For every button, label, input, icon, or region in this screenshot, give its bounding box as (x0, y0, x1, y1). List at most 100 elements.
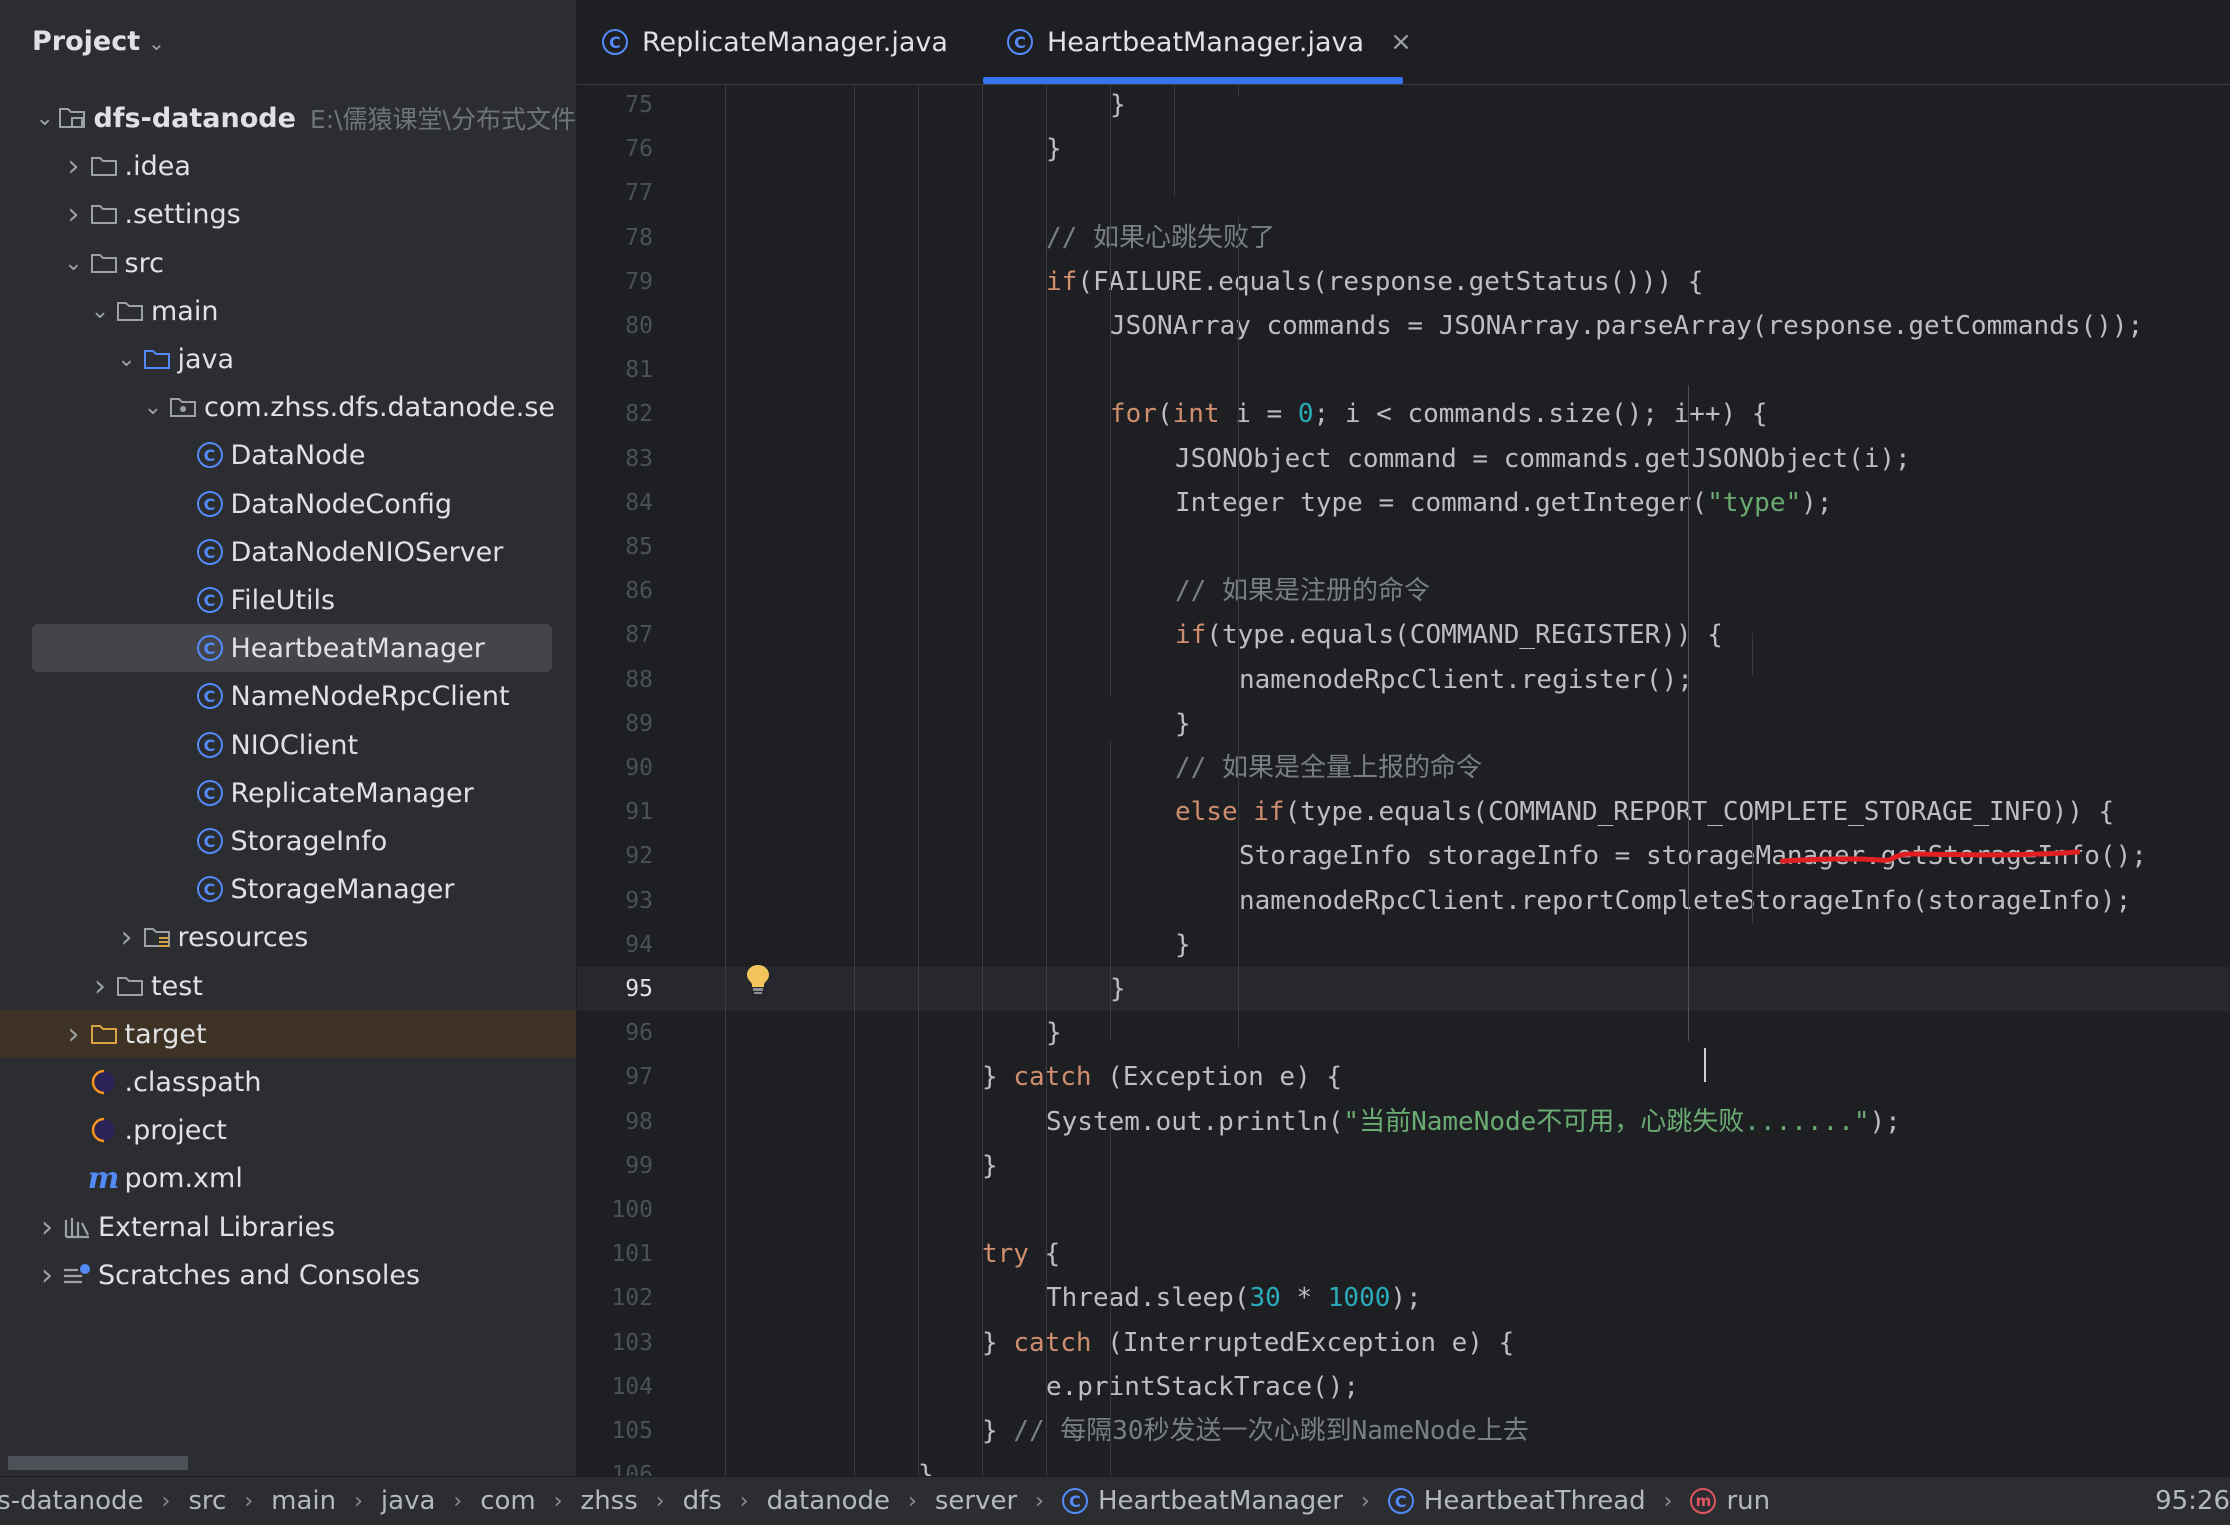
code-line[interactable]: 98 System.out.println("当前NameNode不可用，心跳失败… (577, 1100, 2230, 1144)
sidebar-scrollbar[interactable] (8, 1456, 188, 1470)
code-line[interactable]: 85 (577, 525, 2230, 569)
breadcrumb-item-zhss[interactable]: zhss (581, 1486, 638, 1516)
code-line[interactable]: 80 JSONArray commands = JSONArray.parseAr… (577, 304, 2230, 348)
tab-heartbeatmanager[interactable]: C HeartbeatManager.java × (1007, 0, 1412, 84)
project-view-dropdown[interactable]: Project ⌄ (32, 26, 165, 57)
code-line[interactable]: 94} (577, 923, 2230, 967)
chevron-right-icon[interactable]: › (61, 197, 87, 232)
code-line[interactable]: 91 else if(type.equals(COMMAND_REPORT_COM… (577, 790, 2230, 834)
tree-item-nioclient[interactable]: C NIOClient (0, 721, 576, 769)
breadcrumb-item-dfs[interactable]: dfs (683, 1486, 722, 1516)
line-number[interactable]: 81 (577, 348, 653, 392)
tree-item-classpath[interactable]: .classpath (0, 1058, 576, 1106)
code-line[interactable]: 89} (577, 702, 2230, 746)
line-number[interactable]: 98 (577, 1100, 653, 1144)
line-number[interactable]: 84 (577, 481, 653, 525)
tree-item-idea[interactable]: › .idea (0, 142, 576, 190)
code-line[interactable]: 106} (577, 1453, 2230, 1476)
chevron-right-icon[interactable]: › (34, 1258, 60, 1293)
tree-item-datanodeconfig[interactable]: C DataNodeConfig (0, 480, 576, 528)
code-line[interactable]: 88 namenodeRpcClient.register(); (577, 658, 2230, 702)
code-line[interactable]: 75} (577, 85, 2230, 127)
line-number[interactable]: 80 (577, 304, 653, 348)
chevron-right-icon[interactable]: › (34, 1210, 60, 1245)
code-line[interactable]: 93 namenodeRpcClient.reportCompleteStorag… (577, 879, 2230, 923)
lightbulb-icon[interactable] (745, 963, 771, 995)
tree-item-fileutils[interactable]: C FileUtils (0, 576, 576, 624)
chevron-right-icon[interactable]: › (61, 1017, 87, 1052)
chevron-down-icon[interactable]: ⌄ (87, 299, 113, 324)
close-icon[interactable]: × (1390, 27, 1412, 57)
chevron-down-icon[interactable]: ⌄ (114, 347, 140, 372)
breadcrumb-item-main[interactable]: main (271, 1486, 336, 1516)
tree-item-pom-xml[interactable]: m pom.xml (0, 1154, 576, 1202)
chevron-right-icon[interactable]: › (87, 969, 113, 1004)
line-number[interactable]: 94 (577, 923, 653, 967)
line-number[interactable]: 103 (577, 1321, 653, 1365)
tree-item-datanode[interactable]: C DataNode (0, 431, 576, 479)
line-number[interactable]: 93 (577, 879, 653, 923)
line-number[interactable]: 100 (577, 1188, 653, 1232)
tree-item-java[interactable]: ⌄ java (0, 335, 576, 383)
tab-replicatemanager[interactable]: C ReplicateManager.java (602, 0, 948, 84)
code-line[interactable]: 95} (577, 967, 2230, 1011)
line-number[interactable]: 95 (577, 967, 653, 1011)
cursor-position[interactable]: 95:26 (2155, 1477, 2230, 1525)
line-number[interactable]: 96 (577, 1011, 653, 1055)
chevron-down-icon[interactable]: ⌄ (32, 106, 57, 131)
line-number[interactable]: 87 (577, 613, 653, 657)
breadcrumb-item-heartbeatmanager[interactable]: C HeartbeatManager (1061, 1486, 1343, 1516)
breadcrumb-item-run[interactable]: m run (1690, 1486, 1770, 1516)
code-line[interactable]: 83 JSONObject command = commands.getJSONO… (577, 437, 2230, 481)
chevron-right-icon[interactable]: › (114, 920, 140, 955)
tree-item-replicatemanager[interactable]: C ReplicateManager (0, 769, 576, 817)
breadcrumb-item-java[interactable]: java (381, 1486, 435, 1516)
tree-item-namenoderpcclient[interactable]: C NameNodeRpcClient (0, 672, 576, 720)
breadcrumb-item-server[interactable]: server (935, 1486, 1017, 1516)
tree-item-src[interactable]: ⌄ src (0, 239, 576, 287)
tree-item-project[interactable]: .project (0, 1106, 576, 1154)
chevron-down-icon[interactable]: ⌄ (148, 31, 165, 55)
code-line[interactable]: 97} catch (Exception e) { (577, 1055, 2230, 1099)
line-number[interactable]: 79 (577, 260, 653, 304)
line-number[interactable]: 97 (577, 1055, 653, 1099)
code-line[interactable]: 105} // 每隔30秒发送一次心跳到NameNode上去 (577, 1409, 2230, 1453)
breadcrumb-item-fs-datanode[interactable]: fs-datanode (0, 1486, 144, 1516)
breadcrumb-item-heartbeatthread[interactable]: C HeartbeatThread (1387, 1486, 1646, 1516)
code-line[interactable]: 96} (577, 1011, 2230, 1055)
line-number[interactable]: 88 (577, 658, 653, 702)
tree-item-external-libraries[interactable]: › External Libraries (0, 1203, 576, 1251)
tree-item-datanodenioserver[interactable]: C DataNodeNIOServer (0, 528, 576, 576)
code-line[interactable]: 76} (577, 127, 2230, 171)
line-number[interactable]: 105 (577, 1409, 653, 1453)
code-line[interactable]: 82 for(int i = 0; i < commands.size(); i+… (577, 392, 2230, 436)
code-line[interactable]: 104 e.printStackTrace(); (577, 1365, 2230, 1409)
tree-item-storageinfo[interactable]: C StorageInfo (0, 817, 576, 865)
tree-item-target[interactable]: › target (0, 1010, 576, 1058)
line-number[interactable]: 89 (577, 702, 653, 746)
code-line[interactable]: 78 // 如果心跳失败了 (577, 216, 2230, 260)
code-line[interactable]: 103} catch (InterruptedException e) { (577, 1321, 2230, 1365)
line-number[interactable]: 101 (577, 1232, 653, 1276)
line-number[interactable]: 76 (577, 127, 653, 171)
line-number[interactable]: 85 (577, 525, 653, 569)
line-number[interactable]: 99 (577, 1144, 653, 1188)
breadcrumb-item-com[interactable]: com (480, 1486, 536, 1516)
code-line[interactable]: 101 try { (577, 1232, 2230, 1276)
code-line[interactable]: 81 (577, 348, 2230, 392)
code-line[interactable]: 100 (577, 1188, 2230, 1232)
code-line[interactable]: 84 Integer type = command.getInteger("typ… (577, 481, 2230, 525)
line-number[interactable]: 90 (577, 746, 653, 790)
line-number[interactable]: 83 (577, 437, 653, 481)
line-number[interactable]: 75 (577, 85, 653, 127)
line-number[interactable]: 77 (577, 171, 653, 215)
tree-item-heartbeatmanager[interactable]: C HeartbeatManager (32, 624, 552, 672)
tree-item-test[interactable]: › test (0, 962, 576, 1010)
code-line[interactable]: 87 if(type.equals(COMMAND_REGISTER)) { (577, 613, 2230, 657)
chevron-right-icon[interactable]: › (61, 149, 87, 184)
line-number[interactable]: 102 (577, 1276, 653, 1320)
tree-item-resources[interactable]: › resources (0, 913, 576, 961)
chevron-down-icon[interactable]: ⌄ (61, 251, 87, 276)
tree-item-storagemanager[interactable]: C StorageManager (0, 865, 576, 913)
tree-item-main[interactable]: ⌄ main (0, 287, 576, 335)
